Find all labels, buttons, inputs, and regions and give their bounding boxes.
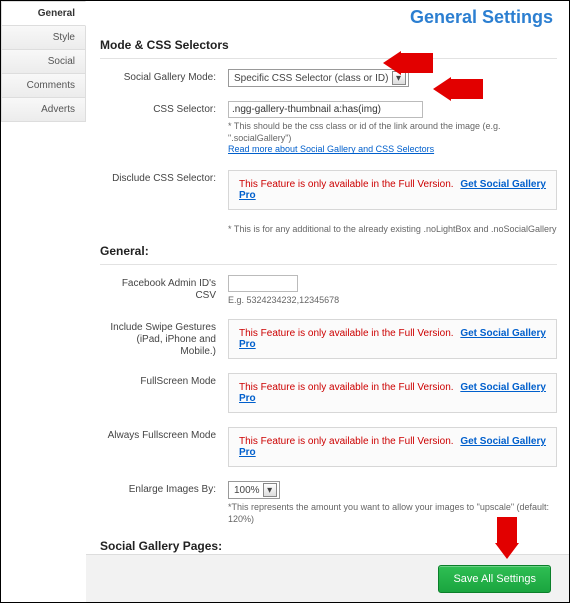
divider bbox=[100, 58, 557, 59]
sidebar-item-comments[interactable]: Comments bbox=[1, 74, 86, 98]
css-selector-input[interactable] bbox=[228, 101, 423, 118]
label-disclude: Disclude CSS Selector: bbox=[100, 170, 228, 185]
label-css-selector: CSS Selector: bbox=[100, 101, 228, 116]
label-mode: Social Gallery Mode: bbox=[100, 69, 228, 84]
fb-example: E.g. 5324234232,12345678 bbox=[228, 295, 557, 305]
chevron-down-icon: ▾ bbox=[392, 71, 406, 85]
section-title-general: General: bbox=[100, 244, 557, 258]
disclude-note: * This is for any additional to the alre… bbox=[228, 224, 557, 234]
page-title: General Settings bbox=[100, 1, 557, 34]
mode-select-value: Specific CSS Selector (class or ID) bbox=[231, 73, 392, 84]
mode-select[interactable]: Specific CSS Selector (class or ID) ▾ bbox=[228, 69, 409, 87]
sidebar-item-adverts[interactable]: Adverts bbox=[1, 98, 86, 122]
sidebar-item-general[interactable]: General bbox=[1, 1, 86, 26]
label-enlarge: Enlarge Images By: bbox=[100, 481, 228, 496]
enlarge-hint: *This represents the amount you want to … bbox=[228, 502, 557, 525]
main-panel: General Settings Mode & CSS Selectors So… bbox=[86, 1, 569, 602]
section-title-mode: Mode & CSS Selectors bbox=[100, 38, 557, 52]
enlarge-value: 100% bbox=[231, 485, 263, 496]
pro-box-fullscreen: This Feature is only available in the Fu… bbox=[228, 373, 557, 413]
label-swipe: Include Swipe Gestures (iPad, iPhone and… bbox=[100, 319, 228, 358]
fb-admin-input[interactable] bbox=[228, 275, 298, 292]
settings-sidebar: General Style Social Comments Adverts bbox=[1, 1, 86, 602]
save-button[interactable]: Save All Settings bbox=[438, 565, 551, 593]
label-fb-admin: Facebook Admin ID's CSV bbox=[100, 275, 228, 302]
label-fullscreen: FullScreen Mode bbox=[100, 373, 228, 388]
pro-box-always-fs: This Feature is only available in the Fu… bbox=[228, 427, 557, 467]
css-hint-link[interactable]: Read more about Social Gallery and CSS S… bbox=[228, 144, 434, 154]
footer-bar: Save All Settings bbox=[86, 554, 569, 602]
pro-box-swipe: This Feature is only available in the Fu… bbox=[228, 319, 557, 359]
label-always-fs: Always Fullscreen Mode bbox=[100, 427, 228, 442]
pro-box-disclude: This Feature is only available in the Fu… bbox=[228, 170, 557, 210]
sidebar-item-social[interactable]: Social bbox=[1, 50, 86, 74]
divider bbox=[100, 264, 557, 265]
section-title-pages: Social Gallery Pages: bbox=[100, 539, 557, 553]
css-hint: * This should be the css class or id of … bbox=[228, 121, 557, 156]
chevron-down-icon: ▾ bbox=[263, 483, 277, 497]
enlarge-select[interactable]: 100% ▾ bbox=[228, 481, 280, 499]
sidebar-item-style[interactable]: Style bbox=[1, 26, 86, 50]
